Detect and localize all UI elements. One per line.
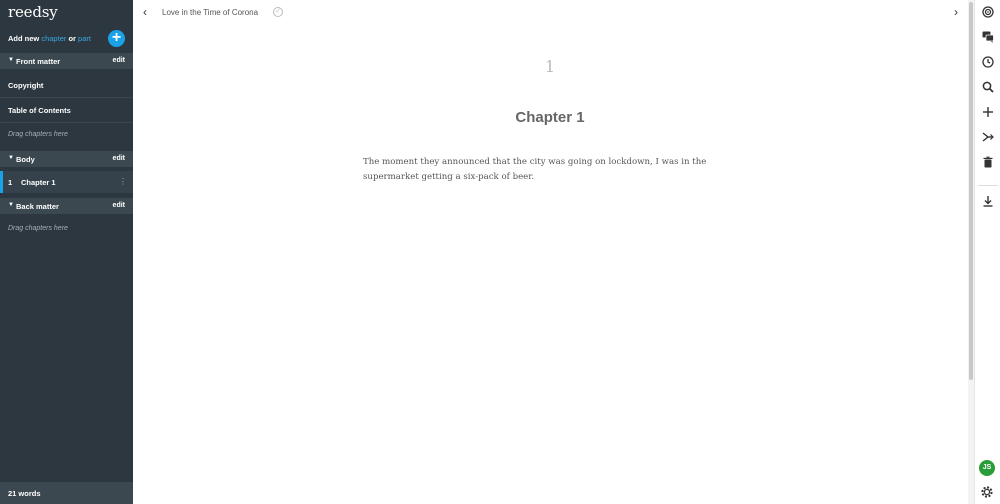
body-title: Body <box>16 155 35 164</box>
add-or-text: or <box>66 34 79 43</box>
book-title: Love in the Time of Corona <box>162 8 259 17</box>
front-matter-drop-zone[interactable]: Drag chapters here <box>8 131 68 138</box>
front-matter-header[interactable]: ▼ Front matter edit <box>0 53 133 69</box>
sidebar-item-label: Copyright <box>8 81 44 90</box>
body-header[interactable]: ▼ Body edit <box>0 151 133 167</box>
chapter-number: 1 <box>8 178 13 187</box>
add-part-link[interactable]: part <box>78 34 91 43</box>
caret-down-icon: ▼ <box>8 202 14 208</box>
top-bar: ‹ Love in the Time of Corona ✓ › <box>133 0 973 26</box>
add-button[interactable]: + <box>108 30 125 47</box>
front-matter-edit-button[interactable]: edit <box>113 57 125 64</box>
trash-icon[interactable] <box>980 154 996 170</box>
add-new-text: Add new chapter or part <box>8 34 91 43</box>
toolbar-divider <box>978 185 998 186</box>
chapter-label: Chapter 1 <box>21 178 56 187</box>
right-toolbar <box>974 0 1000 504</box>
caret-down-icon: ▼ <box>8 155 14 161</box>
download-icon[interactable] <box>980 193 996 209</box>
back-matter-title: Back matter <box>16 202 59 211</box>
sidebar-item-table-of-contents[interactable]: Table of Contents <box>0 98 133 122</box>
word-count: 21 words <box>8 489 41 498</box>
back-matter-edit-button[interactable]: edit <box>113 202 125 209</box>
gear-icon[interactable] <box>980 485 994 499</box>
caret-down-icon: ▼ <box>8 57 14 63</box>
body-edit-button[interactable]: edit <box>113 155 125 162</box>
add-new-row: Add new chapter or part + <box>0 29 133 49</box>
history-icon[interactable] <box>980 54 996 70</box>
back-matter-header[interactable]: ▼ Back matter edit <box>0 198 133 214</box>
chapter-number-heading: 1 <box>544 57 556 76</box>
avatar[interactable]: JS <box>979 460 995 476</box>
divider <box>0 122 133 123</box>
sidebar-item-label: Table of Contents <box>8 106 71 115</box>
chevron-left-icon[interactable]: ‹ <box>143 5 147 19</box>
back-matter-drop-zone[interactable]: Drag chapters here <box>8 225 68 232</box>
saved-check-icon: ✓ <box>273 7 283 17</box>
add-new-prefix: Add new <box>8 34 42 43</box>
logo: reedsy <box>8 3 58 21</box>
comments-icon[interactable] <box>980 29 996 45</box>
add-chapter-link[interactable]: chapter <box>41 34 66 43</box>
sidebar-item-copyright[interactable]: Copyright <box>0 73 133 97</box>
split-icon[interactable] <box>980 129 996 145</box>
word-count-bar: 21 words <box>0 482 133 504</box>
chapter-title[interactable]: Chapter 1 <box>450 109 650 126</box>
front-matter-title: Front matter <box>16 57 61 66</box>
drag-handle-icon[interactable]: ⋮ <box>119 177 127 186</box>
search-icon[interactable] <box>980 79 996 95</box>
active-indicator <box>0 171 3 193</box>
scrollbar-thumb[interactable] <box>969 2 973 380</box>
editor-text[interactable]: The moment they announced that the city … <box>363 155 713 185</box>
plus-icon[interactable] <box>980 104 996 120</box>
sidebar: reedsy Add new chapter or part + ▼ Front… <box>0 0 133 504</box>
goal-icon[interactable] <box>980 4 996 20</box>
sidebar-item-chapter-1[interactable]: 1 Chapter 1 ⋮ <box>0 171 133 193</box>
chevron-right-icon[interactable]: › <box>954 5 958 19</box>
